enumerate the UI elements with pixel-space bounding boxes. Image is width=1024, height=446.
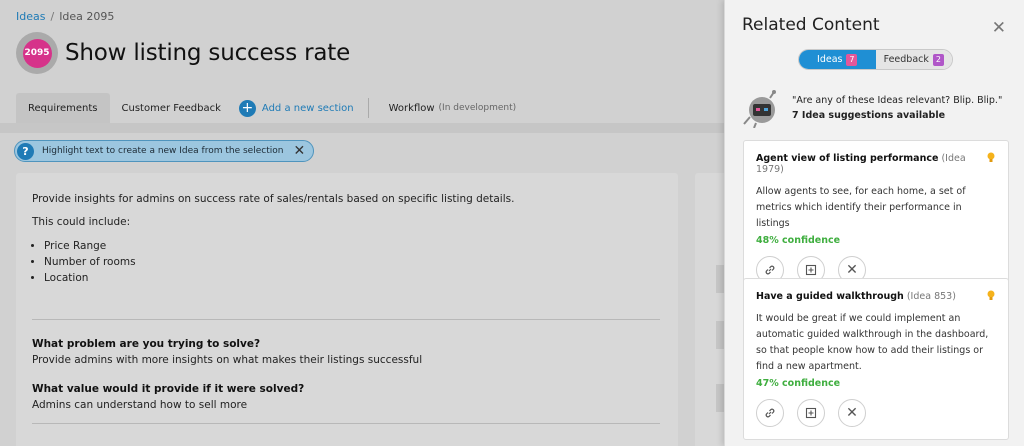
suggestion-idea-id: (Idea 853)	[906, 291, 956, 302]
question-answer: Admins can understand how to sell more	[32, 399, 248, 411]
list-item: Number of rooms	[44, 254, 662, 270]
drawer-title: Related Content	[742, 15, 880, 35]
dismiss-button[interactable]: ✕	[838, 399, 866, 427]
toggle-ideas-label: Ideas	[817, 54, 843, 65]
intro-text: Provide insights for admins on success r…	[32, 193, 515, 205]
add-section-label: Add a new section	[261, 102, 354, 114]
suggestion-count-text: 7 Idea suggestions available	[792, 110, 946, 121]
toggle-feedback-label: Feedback	[883, 54, 929, 65]
selection-hint: ? Highlight text to create a new Idea fr…	[14, 140, 315, 162]
tab-divider	[367, 98, 369, 118]
list-item: Location	[44, 270, 662, 286]
requirements-card: Provide insights for admins on success r…	[16, 173, 678, 446]
suggestion-description: Allow agents to see, for each home, a se…	[756, 186, 966, 229]
suggestion-card: Have a guided walkthrough (Idea 853) It …	[743, 278, 1009, 440]
confidence-label: 48% confidence	[756, 235, 841, 246]
title-row: 2095 Show listing success rate	[16, 32, 350, 74]
section-tabs: Requirements Customer Feedback + Add a n…	[16, 93, 528, 123]
bot-message-text: "Are any of these Ideas relevant? Blip. …	[792, 95, 1003, 106]
suggestion-title-text: Agent view of listing performance	[756, 153, 939, 164]
add-box-icon	[805, 264, 817, 276]
idea-avatar: 2095	[16, 32, 58, 74]
link-button[interactable]	[756, 399, 784, 427]
breadcrumb-separator: /	[50, 10, 55, 23]
toggle-feedback[interactable]: Feedback 2	[875, 50, 952, 69]
robot-icon	[743, 90, 776, 128]
tab-workflow[interactable]: Workflow (In development)	[377, 93, 529, 123]
lightbulb-icon	[987, 290, 995, 300]
bot-message: "Are any of these Ideas relevant? Blip. …	[792, 93, 1002, 123]
add-box-icon	[805, 407, 817, 419]
divider	[32, 423, 660, 424]
question-heading: What value would it provide if it were s…	[32, 383, 305, 395]
tab-workflow-label: Workflow	[388, 102, 435, 114]
suggestion-title[interactable]: Agent view of listing performance (Idea …	[756, 153, 996, 175]
help-icon: ?	[17, 142, 34, 160]
tab-requirements[interactable]: Requirements	[16, 93, 110, 123]
close-icon: ✕	[846, 262, 858, 278]
ideas-count-badge: 7	[846, 53, 858, 66]
lead-text: This could include:	[32, 216, 131, 228]
related-content-drawer: Related Content ✕ Ideas 7 Feedback 2 "Ar…	[724, 0, 1024, 446]
merge-button[interactable]	[797, 399, 825, 427]
tab-underline-bar	[0, 123, 724, 133]
tab-customer-feedback[interactable]: Customer Feedback	[110, 93, 233, 123]
list-item: Price Range	[44, 238, 662, 254]
suggestion-card: Agent view of listing performance (Idea …	[743, 140, 1009, 297]
link-icon	[765, 408, 775, 418]
content-type-toggle: Ideas 7 Feedback 2	[798, 49, 953, 70]
lightbulb-icon	[987, 152, 995, 162]
idea-page: Ideas / Idea 2095 2095 Show listing succes…	[0, 0, 735, 446]
breadcrumb-ideas-link[interactable]: Ideas	[16, 10, 45, 23]
feedback-count-badge: 2	[932, 53, 944, 66]
link-icon	[765, 265, 775, 275]
idea-number-badge: 2095	[22, 38, 52, 68]
question-answer: Provide admins with more insights on wha…	[32, 354, 423, 366]
question-heading: What problem are you trying to solve?	[32, 338, 261, 350]
add-section-button[interactable]: + Add a new section	[233, 99, 360, 117]
close-icon: ✕	[846, 405, 858, 421]
suggestion-title[interactable]: Have a guided walkthrough (Idea 853)	[756, 291, 996, 302]
close-drawer-icon[interactable]: ✕	[992, 20, 1006, 37]
hint-text: Highlight text to create a new Idea from…	[42, 146, 284, 156]
toggle-ideas[interactable]: Ideas 7	[799, 50, 876, 69]
plus-icon: +	[238, 99, 256, 117]
divider	[32, 319, 660, 320]
confidence-label: 47% confidence	[756, 378, 841, 389]
suggestion-description: It would be great if we could implement …	[756, 313, 989, 372]
tab-workflow-note: (In development)	[438, 103, 517, 113]
bullet-list: Price Range Number of rooms Location	[32, 238, 662, 286]
close-icon[interactable]: ✕	[293, 144, 305, 158]
breadcrumb-current: Idea 2095	[59, 10, 115, 23]
page-title[interactable]: Show listing success rate	[65, 40, 350, 66]
suggestion-title-text: Have a guided walkthrough	[756, 291, 904, 302]
breadcrumb: Ideas / Idea 2095	[16, 10, 114, 23]
suggestion-actions: ✕	[756, 399, 996, 427]
